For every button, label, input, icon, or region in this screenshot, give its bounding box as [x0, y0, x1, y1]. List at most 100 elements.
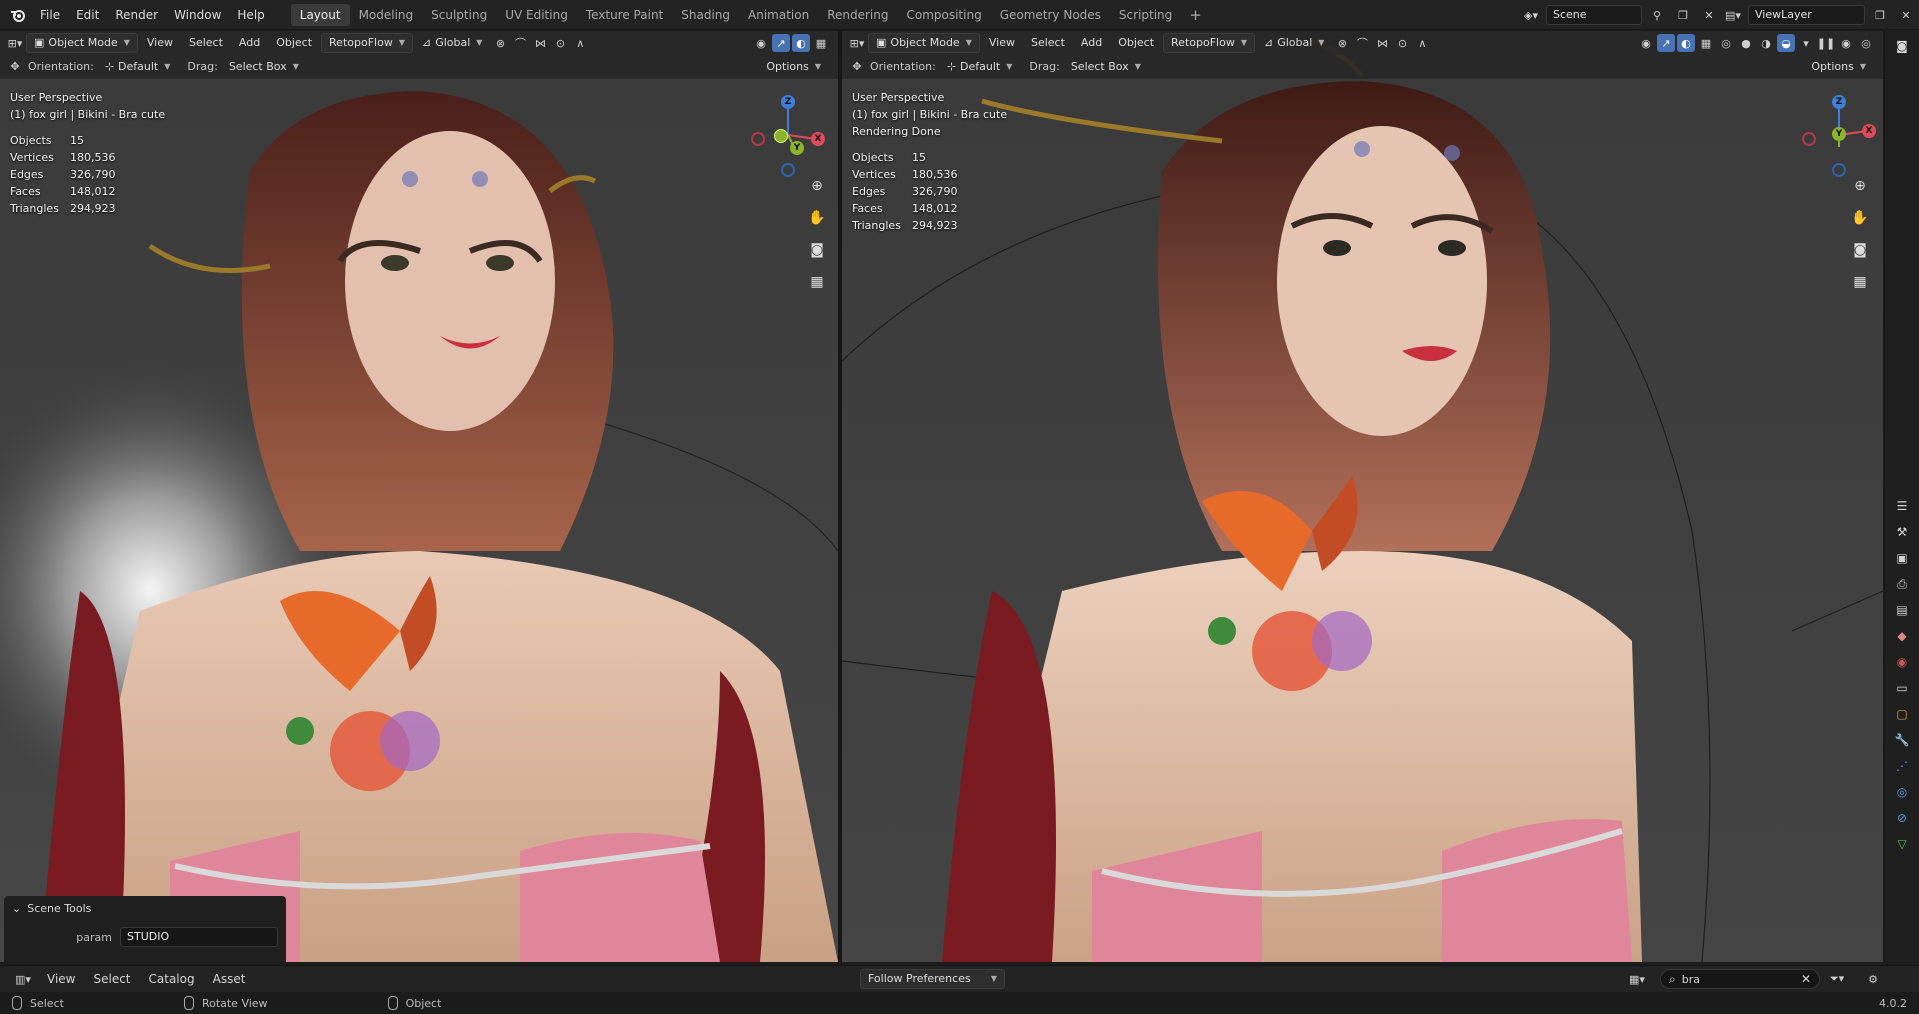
left-viewport[interactable]: ⊞▾ ▣ Object Mode ▼ View Select Add Object … [0, 31, 838, 962]
navigation-gizmo[interactable]: Z Y X [748, 91, 828, 181]
scene-tools-header[interactable]: ⌄ Scene Tools [12, 902, 278, 915]
view-layer-icon[interactable]: ▤▾ [1722, 5, 1744, 25]
param-input[interactable]: STUDIO [120, 927, 278, 947]
filter-icon[interactable]: ⏷▾ [1826, 969, 1848, 989]
left-drag-dropdown[interactable]: Select Box ▼ [222, 57, 306, 77]
particles-icon[interactable]: ⋰ [1890, 755, 1914, 777]
output-properties-icon[interactable]: ⎙ [1890, 573, 1914, 595]
right-orientation-dropdown[interactable]: ⊹ Default ▼ [940, 57, 1020, 77]
render-settings-icon[interactable]: ◎ [1857, 34, 1875, 52]
x-axis-icon[interactable]: X [811, 132, 825, 146]
rendered-shading-icon[interactable]: ◒ [1777, 34, 1795, 52]
x-axis-icon[interactable]: X [1862, 124, 1876, 138]
snap-icon[interactable]: ⌒ [1353, 34, 1371, 52]
right-menu-object[interactable]: Object [1111, 33, 1161, 53]
gizmo-toggle-icon[interactable]: ↗ [1657, 34, 1675, 52]
proportional-edit-icon[interactable]: ⊙ [1393, 34, 1411, 52]
xray-icon[interactable]: ▦ [812, 34, 830, 52]
tool-properties-icon[interactable]: ☰ [1890, 495, 1914, 517]
collection-icon[interactable]: ▭ [1890, 677, 1914, 699]
snap-target-icon[interactable]: ⋈ [531, 34, 549, 52]
overlay-toggle-icon[interactable]: ◐ [1677, 34, 1695, 52]
material-shading-icon[interactable]: ◑ [1757, 34, 1775, 52]
modifier-wrench-icon[interactable]: 🔧 [1890, 729, 1914, 751]
z-axis-icon[interactable]: Z [781, 95, 795, 109]
physics-icon[interactable]: ◎ [1890, 781, 1914, 803]
xray-icon[interactable]: ▦ [1697, 34, 1715, 52]
menu-render[interactable]: Render [107, 0, 166, 30]
pan-hand-icon[interactable]: ✋ [805, 206, 829, 230]
perspective-grid-icon[interactable]: ▦ [805, 270, 829, 294]
asset-menu-asset[interactable]: Asset [204, 972, 255, 986]
remove-view-layer-icon[interactable]: ✕ [1895, 5, 1917, 25]
close-icon[interactable]: ✕ [1698, 5, 1720, 25]
tab-shading[interactable]: Shading [672, 4, 739, 26]
world-properties-icon[interactable]: ◉ [1890, 651, 1914, 673]
proportional-edit-icon[interactable]: ⊙ [551, 34, 569, 52]
right-menu-view[interactable]: View [982, 33, 1022, 53]
zoom-icon[interactable]: ⊕ [1848, 174, 1872, 198]
neg-z-axis-icon[interactable] [1832, 163, 1846, 177]
asset-menu-catalog[interactable]: Catalog [140, 972, 204, 986]
right-menu-select[interactable]: Select [1024, 33, 1072, 53]
left-mode-dropdown[interactable]: ▣ Object Mode ▼ [26, 33, 138, 53]
tab-scripting[interactable]: Scripting [1110, 4, 1181, 26]
left-menu-select[interactable]: Select [182, 33, 230, 53]
zoom-icon[interactable]: ⊕ [805, 174, 829, 198]
scene-icon[interactable]: ◈▾ [1520, 5, 1542, 25]
right-drag-dropdown[interactable]: Select Box ▼ [1064, 57, 1148, 77]
view-layer-field[interactable]: ViewLayer [1748, 5, 1865, 25]
neg-x-axis-icon[interactable] [751, 132, 765, 146]
tool-icon[interactable]: ⚒ [1890, 521, 1914, 543]
z-axis-icon[interactable]: Z [1832, 95, 1846, 109]
left-transform-orientation[interactable]: ⊿ Global ▼ [415, 33, 489, 53]
right-menu-add[interactable]: Add [1074, 33, 1109, 53]
pin-icon[interactable]: ⚲ [1646, 5, 1668, 25]
asset-library-dropdown[interactable]: Follow Preferences ▼ [860, 969, 1005, 989]
perspective-grid-icon[interactable]: ▦ [1848, 270, 1872, 294]
clear-search-icon[interactable]: ✕ [1801, 972, 1811, 986]
settings-gear-icon[interactable]: ⚙ [1862, 969, 1884, 989]
y-axis-label-icon[interactable]: Y [790, 141, 804, 155]
asset-search-input[interactable]: bra [1682, 973, 1795, 986]
tab-compositing[interactable]: Compositing [897, 4, 990, 26]
falloff-icon[interactable]: ∧ [1413, 34, 1431, 52]
right-viewport[interactable]: ⊞▾ ▣ Object Mode ▼ View Select Add Object … [842, 31, 1883, 962]
asset-menu-view[interactable]: View [38, 972, 84, 986]
tab-animation[interactable]: Animation [739, 4, 818, 26]
menu-help[interactable]: Help [229, 0, 272, 30]
editor-type-icon[interactable]: ▥▾ [8, 969, 38, 989]
shading-options-icon[interactable]: ▾ [1797, 34, 1815, 52]
add-workspace-button[interactable]: + [1181, 6, 1210, 24]
new-view-layer-icon[interactable]: ❐ [1869, 5, 1891, 25]
tab-layout[interactable]: Layout [290, 3, 350, 26]
render-pass-icon[interactable]: ◉ [1837, 34, 1855, 52]
left-menu-view[interactable]: View [140, 33, 180, 53]
y-axis-icon[interactable] [774, 129, 788, 143]
left-menu-add[interactable]: Add [232, 33, 267, 53]
left-orientation-dropdown[interactable]: ⊹ Default ▼ [98, 57, 178, 77]
left-retopoflow-menu[interactable]: RetopoFlow ▼ [321, 33, 413, 53]
pivot-icon[interactable]: ⊗ [491, 34, 509, 52]
tab-rendering[interactable]: Rendering [818, 4, 897, 26]
navigation-gizmo[interactable]: Z Y X [1799, 91, 1879, 181]
pan-hand-icon[interactable]: ✋ [1848, 206, 1872, 230]
right-transform-orientation[interactable]: ⊿ Global ▼ [1257, 33, 1331, 53]
gizmo-toggle-icon[interactable]: ↗ [772, 34, 790, 52]
visibility-icon[interactable]: ◉ [1637, 34, 1655, 52]
y-axis-icon[interactable]: Y [1832, 127, 1846, 141]
tab-uv-editing[interactable]: UV Editing [496, 4, 577, 26]
asset-menu-select[interactable]: Select [84, 972, 139, 986]
wireframe-shading-icon[interactable]: ◎ [1717, 34, 1735, 52]
screenshot-icon[interactable]: ◙ [1890, 35, 1914, 57]
right-retopoflow-menu[interactable]: RetopoFlow ▼ [1163, 33, 1255, 53]
solid-shading-icon[interactable]: ● [1737, 34, 1755, 52]
snap-target-icon[interactable]: ⋈ [1373, 34, 1391, 52]
falloff-icon[interactable]: ∧ [571, 34, 589, 52]
menu-window[interactable]: Window [166, 0, 229, 30]
scene-properties-icon[interactable]: ◆ [1890, 625, 1914, 647]
data-properties-icon[interactable]: ▽ [1890, 833, 1914, 855]
tab-sculpting[interactable]: Sculpting [422, 4, 496, 26]
blender-logo-icon[interactable] [4, 0, 32, 30]
editor-type-icon[interactable]: ⊞▾ [848, 34, 866, 52]
